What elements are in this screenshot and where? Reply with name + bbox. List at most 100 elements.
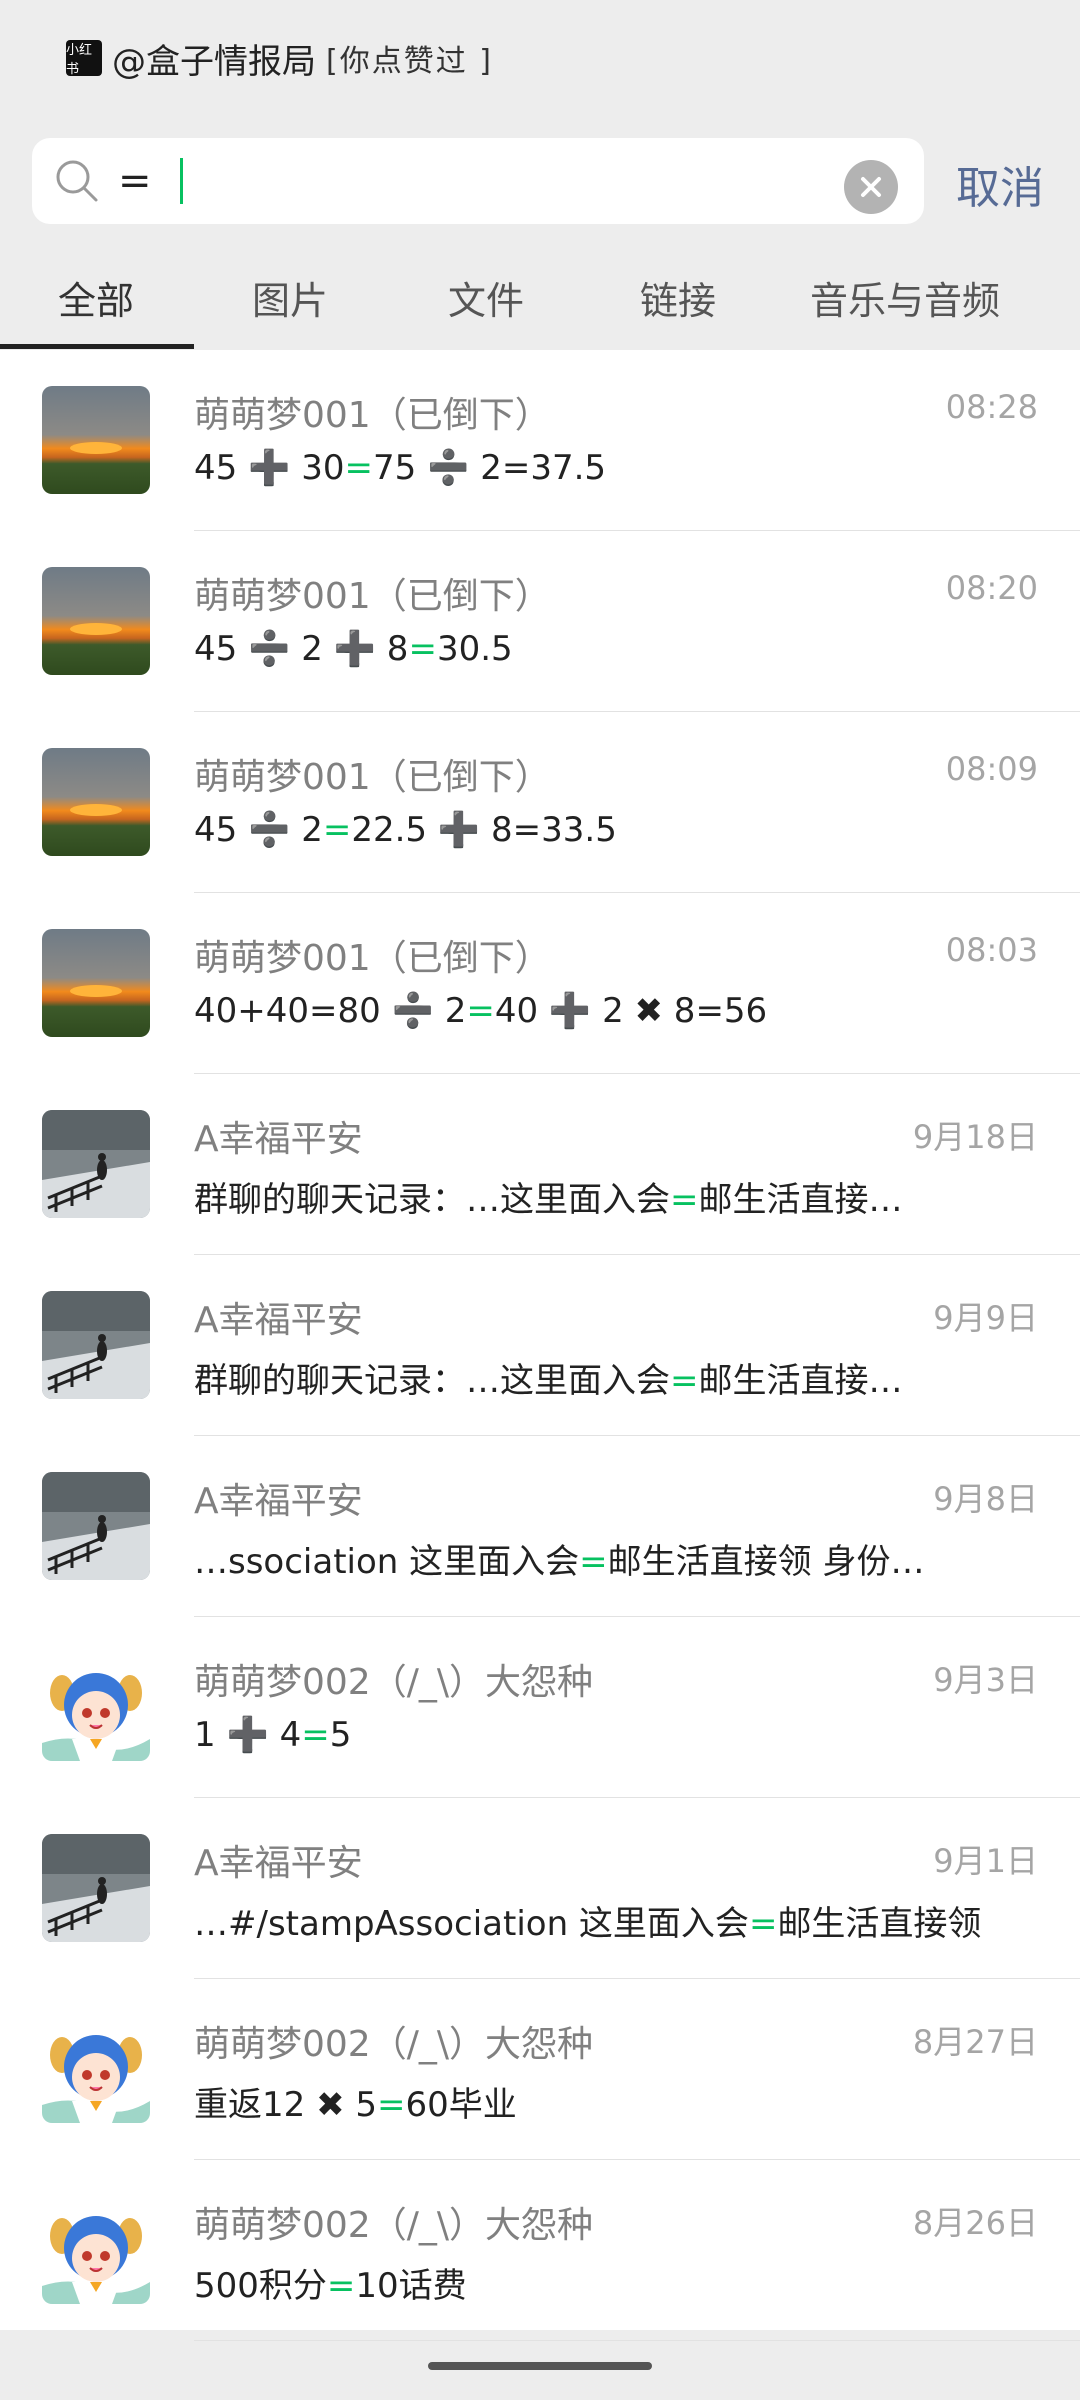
message-snippet: 1 ➕ 4=5 [194,1715,351,1755]
snippet-match: = [322,810,352,850]
snippet-after: 40 ➕ 2 ✖ 8=56 [494,991,768,1031]
snippet-before: 群聊的聊天记录：…这里面入会 [194,1361,670,1401]
sender-name: 萌萌梦002（/_\）大怨种 [194,2024,593,2065]
snippet-match: = [670,1180,699,1220]
snippet-after: 5 [329,1715,352,1755]
app-logo-icon: 小红书 [66,40,102,77]
avatar [42,1653,150,1761]
top-bar: 小红书 @盒子情报局 [你点赞过 ] [0,0,1080,118]
search-query-text: = [118,158,152,204]
sender-name: A幸福平安 [194,1481,363,1522]
avatar [42,748,150,856]
message-snippet: 45 ➗ 2=22.5 ➕ 8=33.5 [194,810,617,850]
snippet-after: 22.5 ➕ 8=33.5 [351,810,617,850]
avatar [42,2015,150,2123]
snippet-before: …ssociation 这里面入会 [194,1542,580,1582]
message-snippet: 500积分=10话费 [194,2258,467,2307]
cancel-button[interactable]: 取消 [956,152,1044,216]
message-snippet: 45 ➕ 30=75 ➗ 2=37.5 [194,448,606,488]
sender-name: 萌萌梦001（已倒下） [194,395,551,436]
sender-name: 萌萌梦002（/_\）大怨种 [194,2205,593,2246]
snippet-after: 75 ➗ 2=37.5 [372,448,607,488]
snippet-match: = [579,1542,608,1582]
result-item[interactable]: 萌萌梦001（已倒下） 08:28 45 ➕ 30=75 ➗ 2=37.5 [0,350,1080,531]
avatar [42,1110,150,1218]
snippet-before: 500积分 [194,2266,327,2306]
snippet-match: = [670,1361,699,1401]
avatar [42,386,150,494]
message-time: 9月9日 [933,1299,1038,1337]
sender-name: A幸福平安 [194,1300,363,1341]
result-item[interactable]: 萌萌梦001（已倒下） 08:03 40+40=80 ➗ 2=40 ➕ 2 ✖ 8=… [0,893,1080,1074]
snippet-before: 40+40=80 ➗ 2 [194,991,467,1031]
clear-search-button[interactable] [844,160,898,214]
tab-links[interactable]: 链接 [640,270,716,325]
tab-music-audio[interactable]: 音乐与音频 [810,270,1000,325]
result-item[interactable]: 萌萌梦002（/_\）大怨种 8月27日 重返12 ✖ 5=60毕业 [0,1979,1080,2160]
avatar [42,1472,150,1580]
sender-name: 萌萌梦001（已倒下） [194,757,551,798]
message-snippet: 45 ➗ 2 ➕ 8=30.5 [194,629,513,669]
avatar [42,1291,150,1399]
message-time: 08:09 [945,750,1038,788]
active-tab-indicator [0,344,194,349]
snippet-match: = [344,448,373,488]
result-item[interactable]: 萌萌梦002（/_\）大怨种 9月3日 1 ➕ 4=5 [0,1617,1080,1798]
search-row: = 取消 [0,130,1080,230]
snippet-match: = [301,1715,330,1755]
tab-files[interactable]: 文件 [448,270,524,325]
message-snippet: …ssociation 这里面入会=邮生活直接领 身份… [194,1534,924,1583]
message-time: 08:28 [945,388,1038,426]
avatar [42,929,150,1037]
tab-images[interactable]: 图片 [252,270,328,325]
snippet-before: 45 ➗ 2 ➕ 8 [194,629,409,669]
message-snippet: 群聊的聊天记录：…这里面入会=邮生活直接… [194,1353,903,1402]
source-chip-label: @盒子情报局 [112,41,316,82]
result-item[interactable]: 萌萌梦001（已倒下） 08:09 45 ➗ 2=22.5 ➕ 8=33.5 [0,712,1080,893]
sender-name: 萌萌梦002（/_\）大怨种 [194,1662,593,1703]
result-item[interactable]: 萌萌梦002（/_\）大怨种 8月26日 500积分=10话费 [0,2160,1080,2341]
snippet-before: 45 ➕ 30 [194,448,345,488]
message-snippet: 重返12 ✖ 5=60毕业 [194,2077,517,2126]
home-indicator[interactable] [428,2362,652,2370]
message-time: 9月1日 [933,1842,1038,1880]
source-chip-bracket: [你点赞过 ] [326,44,493,79]
text-caret [180,158,183,204]
tab-all[interactable]: 全部 [58,270,134,325]
search-results-list: 萌萌梦001（已倒下） 08:28 45 ➕ 30=75 ➗ 2=37.5 萌萌梦00… [0,350,1080,2341]
result-item[interactable]: 萌萌梦001（已倒下） 08:20 45 ➗ 2 ➕ 8=30.5 [0,531,1080,712]
snippet-before: 重返12 ✖ 5 [194,2085,377,2125]
source-chip[interactable]: 小红书 @盒子情报局 [你点赞过 ] [66,36,493,82]
avatar [42,567,150,675]
result-item[interactable]: A幸福平安 9月1日 …#/stampAssociation 这里面入会=邮生活直接… [0,1798,1080,1979]
snippet-before: 1 ➕ 4 [194,1715,302,1755]
sender-name: A幸福平安 [194,1119,363,1160]
message-time: 8月26日 [912,2204,1038,2242]
result-item[interactable]: A幸福平安 9月18日 群聊的聊天记录：…这里面入会=邮生活直接… [0,1074,1080,1255]
sender-name: A幸福平安 [194,1843,363,1884]
search-input[interactable]: = [32,138,924,224]
message-snippet: …#/stampAssociation 这里面入会=邮生活直接领 [194,1896,981,1945]
close-icon [861,177,881,197]
filter-tabs: 全部 图片 文件 链接 音乐与音频 [0,250,1080,350]
avatar [42,2196,150,2304]
snippet-match: = [326,2266,356,2306]
message-snippet: 群聊的聊天记录：…这里面入会=邮生活直接… [194,1172,903,1221]
result-item[interactable]: A幸福平安 9月8日 …ssociation 这里面入会=邮生活直接领 身份… [0,1436,1080,1617]
message-time: 08:20 [945,569,1038,607]
snippet-before: …#/stampAssociation 这里面入会 [194,1904,749,1944]
snippet-before: 45 ➗ 2 [194,810,323,850]
message-time: 9月18日 [912,1118,1038,1156]
snippet-after: 邮生活直接领 [777,1904,982,1944]
result-item[interactable]: A幸福平安 9月9日 群聊的聊天记录：…这里面入会=邮生活直接… [0,1255,1080,1436]
message-time: 08:03 [945,931,1038,969]
search-icon [56,160,98,202]
snippet-match: = [377,2085,406,2125]
sender-name: 萌萌梦001（已倒下） [194,938,551,979]
message-snippet: 40+40=80 ➗ 2=40 ➕ 2 ✖ 8=56 [194,991,767,1031]
row-divider [194,2340,1080,2341]
snippet-after: 邮生活直接… [698,1361,903,1401]
snippet-after: 邮生活直接… [698,1180,903,1220]
sender-name: 萌萌梦001（已倒下） [194,576,551,617]
snippet-after: 10话费 [355,2266,467,2306]
